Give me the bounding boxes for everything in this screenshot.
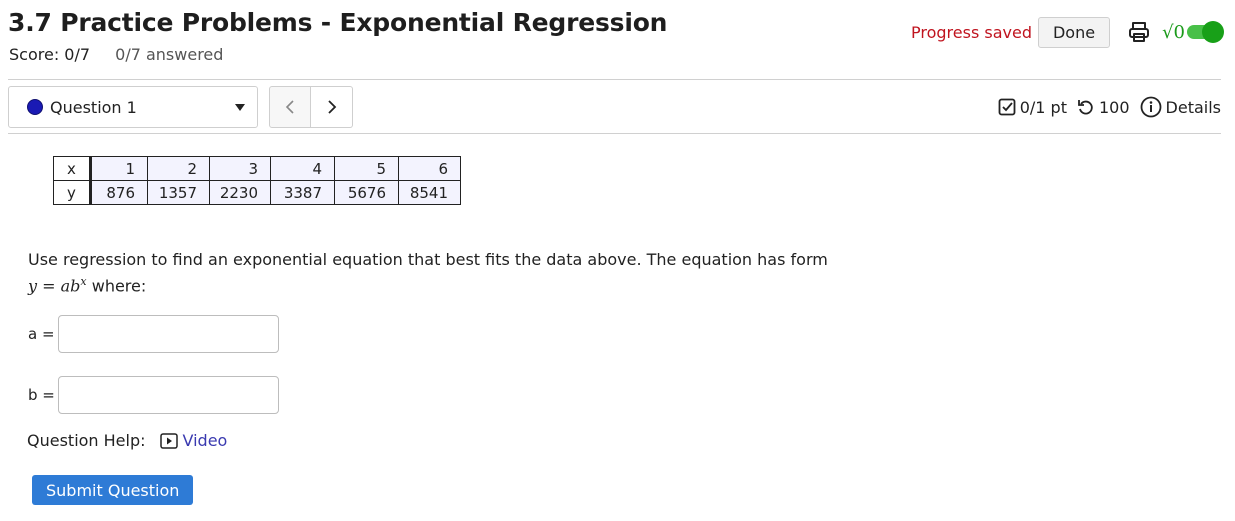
table-row: y 876 1357 2230 3387 5676 8541 xyxy=(53,180,461,205)
chevron-down-icon xyxy=(235,104,245,111)
table-cell: 1 xyxy=(90,156,148,181)
progress-status: Progress saved xyxy=(911,22,1032,42)
table-cell: 1357 xyxy=(147,180,210,205)
next-question-button[interactable] xyxy=(311,86,353,128)
submit-question-button[interactable]: Submit Question xyxy=(32,475,194,505)
question-help: Question Help: Video xyxy=(27,431,227,450)
table-header-x: x xyxy=(53,156,92,181)
details-label: Details xyxy=(1165,97,1221,117)
previous-question-button[interactable] xyxy=(269,86,311,128)
question-status-dot xyxy=(27,99,43,115)
question-meta: 0/1 pt 100 Details xyxy=(998,96,1221,118)
table-cell: 6 xyxy=(398,156,461,181)
table-cell: 3387 xyxy=(270,180,335,205)
b-field-row: b = xyxy=(28,376,279,414)
a-label: a = xyxy=(28,325,55,343)
divider xyxy=(8,133,1221,134)
info-icon xyxy=(1140,96,1161,118)
retry-icon xyxy=(1078,100,1093,115)
details-link[interactable]: Details xyxy=(1140,96,1221,118)
equation-line: y = abx where: xyxy=(28,271,828,297)
top-toolbar: Progress saved Done √0 xyxy=(911,16,1224,48)
prompt-text: Use regression to find an exponential eq… xyxy=(28,250,828,269)
video-icon xyxy=(159,432,178,449)
data-table: x 1 2 3 4 5 6 y 876 1357 2230 3387 5676 … xyxy=(53,156,461,205)
math-input-toggle[interactable]: √0 xyxy=(1162,21,1224,43)
b-input[interactable] xyxy=(58,376,279,414)
points-info: 0/1 pt xyxy=(998,98,1067,117)
equation-lhs: y xyxy=(28,276,38,296)
video-link[interactable]: Video xyxy=(159,431,228,450)
toggle-switch[interactable] xyxy=(1187,21,1224,43)
table-header-y: y xyxy=(53,180,92,205)
attempts-info: 100 xyxy=(1077,98,1130,117)
page-title: 3.7 Practice Problems - Exponential Regr… xyxy=(8,8,668,37)
video-label: Video xyxy=(182,431,228,450)
table-cell: 876 xyxy=(90,180,148,205)
print-icon[interactable] xyxy=(1126,19,1152,45)
points-text: 0/1 pt xyxy=(1019,97,1067,117)
checkbox-icon xyxy=(998,98,1016,116)
question-prompt: Use regression to find an exponential eq… xyxy=(28,249,828,297)
equation-equals: = xyxy=(42,276,56,296)
chevron-left-icon xyxy=(285,100,294,114)
equation-suffix: where: xyxy=(91,276,147,296)
a-input[interactable] xyxy=(58,315,279,353)
b-label: b = xyxy=(28,386,55,404)
done-button[interactable]: Done xyxy=(1037,16,1111,48)
chevron-right-icon xyxy=(327,100,336,114)
divider xyxy=(8,79,1221,80)
table-cell: 2230 xyxy=(209,180,271,205)
answered-count: 0/7 answered xyxy=(115,45,224,64)
sqrt-icon: √0 xyxy=(1162,21,1185,43)
a-field-row: a = xyxy=(28,315,279,353)
question-select-label: Question 1 xyxy=(50,97,137,117)
question-select[interactable]: Question 1 xyxy=(8,86,258,128)
question-nav xyxy=(269,86,353,128)
table-cell: 3 xyxy=(209,156,271,181)
table-cell: 2 xyxy=(147,156,210,181)
table-row: x 1 2 3 4 5 6 xyxy=(53,156,461,181)
table-cell: 5676 xyxy=(334,180,399,205)
attempts-text: 100 xyxy=(1098,97,1130,117)
table-cell: 8541 xyxy=(398,180,461,205)
equation-exponent: x xyxy=(80,275,87,288)
table-cell: 4 xyxy=(270,156,335,181)
equation-rhs: ab xyxy=(60,276,81,296)
table-cell: 5 xyxy=(334,156,399,181)
help-label: Question Help: xyxy=(27,431,146,450)
score-text: Score: 0/7 xyxy=(9,45,91,64)
score-summary: Score: 0/7 0/7 answered xyxy=(9,45,223,64)
